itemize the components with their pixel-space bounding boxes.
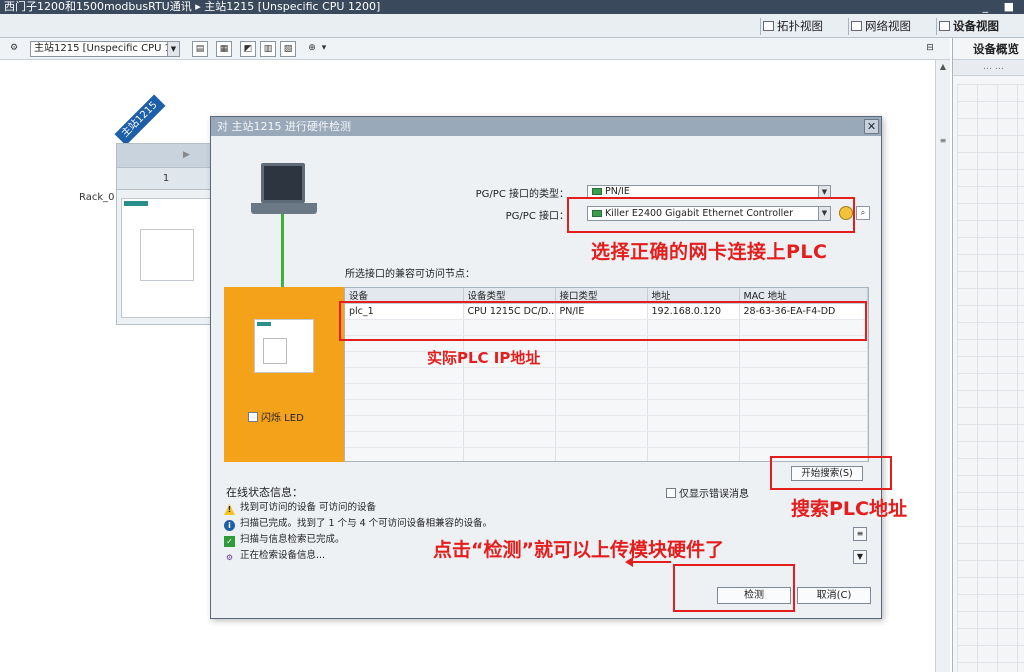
target-device-panel: 闪烁 LED xyxy=(224,287,344,462)
cpu-module[interactable] xyxy=(121,198,213,318)
annotation-detect: 点击“检测”就可以上传模块硬件了 xyxy=(433,539,724,561)
start-search-button[interactable]: 开始搜索(S) xyxy=(791,466,863,481)
device-rack[interactable]: ▶ 1 xyxy=(116,143,216,325)
status-message: i 扫描已完成。找到了 1 个与 4 个可访问设备相兼容的设备。 xyxy=(224,516,854,532)
empty-row xyxy=(345,351,868,368)
device-overview-title[interactable]: 设备概览 xyxy=(953,38,1024,60)
cpu-module-face xyxy=(140,229,194,281)
window-controls[interactable]: _ ■ xyxy=(983,0,1020,13)
device-icon xyxy=(939,21,950,31)
rack-slot-number: 1 xyxy=(117,168,215,190)
device-overview-panel: 设备概览 … … xyxy=(952,38,1024,672)
grid-icon[interactable]: ▥ xyxy=(260,41,276,57)
siemens-logo xyxy=(257,322,271,326)
empty-row xyxy=(345,367,868,384)
status-message: ! 找到可访问的设备 可访问的设备 xyxy=(224,500,854,516)
empty-row xyxy=(345,431,868,448)
siemens-logo xyxy=(124,201,148,206)
chevron-down-icon: ▼ xyxy=(167,42,179,56)
scroll-up-icon[interactable]: ▲ xyxy=(938,62,948,72)
device-name-tag[interactable]: 主站1215 xyxy=(114,94,166,146)
status-list-menu-icon[interactable]: ≡ xyxy=(853,527,867,541)
properties-icon[interactable]: ▤ xyxy=(192,41,208,57)
device-select[interactable]: 主站1215 [Unspecific CPU 12( ▼ xyxy=(30,41,180,57)
pn-ie-icon xyxy=(592,188,602,195)
annotation-box-row xyxy=(339,301,867,341)
annotation-arrow-icon xyxy=(625,557,671,567)
chevron-down-icon[interactable]: ▼ xyxy=(853,550,867,564)
pointer-icon[interactable]: ◩ xyxy=(240,41,256,57)
empty-row xyxy=(345,383,868,400)
editor-toolbar: ⚙ 主站1215 [Unspecific CPU 12( ▼ ▤ ▦ ◩ ▥ ▧… xyxy=(0,38,950,60)
busy-icon: ⚙ xyxy=(225,553,234,562)
close-icon[interactable]: ✕ xyxy=(864,119,879,134)
topology-icon xyxy=(763,21,774,31)
plc-icon xyxy=(254,319,314,373)
view-tabs-bar: 拓扑视图 网络视图 设备视图 xyxy=(0,14,1024,38)
empty-row xyxy=(345,415,868,432)
checkbox-icon[interactable] xyxy=(248,412,258,422)
checkbox-icon[interactable] xyxy=(666,488,676,498)
pg-pc-interface-label: PG/PC 接口： xyxy=(505,211,569,222)
cancel-button[interactable]: 取消(C) xyxy=(797,587,871,604)
device-overview-columns: … … xyxy=(953,60,1024,76)
slot-arrow-icon: ▶ xyxy=(183,150,190,160)
tab-topology-view[interactable]: 拓扑视图 xyxy=(760,18,827,35)
check-icon: ✓ xyxy=(224,536,235,547)
device-tree-icon[interactable]: ⚙ xyxy=(6,41,22,57)
errors-only-checkbox[interactable]: 仅显示错误消息 xyxy=(666,485,749,500)
status-label: 在线状态信息： xyxy=(226,486,303,499)
warning-icon: ! xyxy=(224,504,235,515)
annotation-nic: 选择正确的网卡连接上PLC xyxy=(591,241,828,263)
compatible-nodes-label: 所选接口的兼容可访问节点： xyxy=(345,269,475,280)
table-icon[interactable]: ▧ xyxy=(280,41,296,57)
rack-slot-header: ▶ xyxy=(117,144,215,168)
info-icon: i xyxy=(224,520,235,531)
laptop-icon xyxy=(261,163,305,203)
detect-button[interactable]: 检测 xyxy=(717,587,791,604)
network-icon xyxy=(851,21,862,31)
interface-search-icon[interactable]: ⌕ xyxy=(856,206,870,220)
layout-icon[interactable]: ▦ xyxy=(216,41,232,57)
tab-device-view[interactable]: 设备视图 xyxy=(936,18,1003,35)
rack-label: Rack_0 xyxy=(79,192,115,203)
flash-led-checkbox[interactable]: 闪烁 LED xyxy=(248,409,304,424)
window-title-bar: 西门子1200和1500modbusRTU通讯 ▸ 主站1215 [Unspec… xyxy=(0,0,1024,14)
hardware-detection-dialog: 对 主站1215 进行硬件检测 ✕ PG/PC 接口的类型： PN/IE ▼ P… xyxy=(210,116,907,619)
collapse-icon[interactable]: ⊟ xyxy=(922,41,938,57)
empty-row xyxy=(345,399,868,416)
canvas-scrollbar[interactable]: ▲ ≡ xyxy=(935,60,950,672)
scroll-handle-icon[interactable]: ≡ xyxy=(938,136,948,146)
annotation-box-nic xyxy=(567,197,855,233)
device-overview-grid[interactable] xyxy=(957,84,1024,672)
dialog-title: 对 主站1215 进行硬件检测 xyxy=(211,117,881,136)
window-title: 西门子1200和1500modbusRTU通讯 ▸ 主站1215 [Unspec… xyxy=(4,0,381,13)
annotation-ip: 实际PLC IP地址 xyxy=(427,349,541,367)
pg-pc-type-label: PG/PC 接口的类型： xyxy=(475,189,569,200)
laptop-base-icon xyxy=(251,203,317,214)
zoom-down-icon[interactable]: ▾ xyxy=(316,41,332,57)
plc-module-face xyxy=(263,338,287,364)
tab-network-view[interactable]: 网络视图 xyxy=(848,18,915,35)
